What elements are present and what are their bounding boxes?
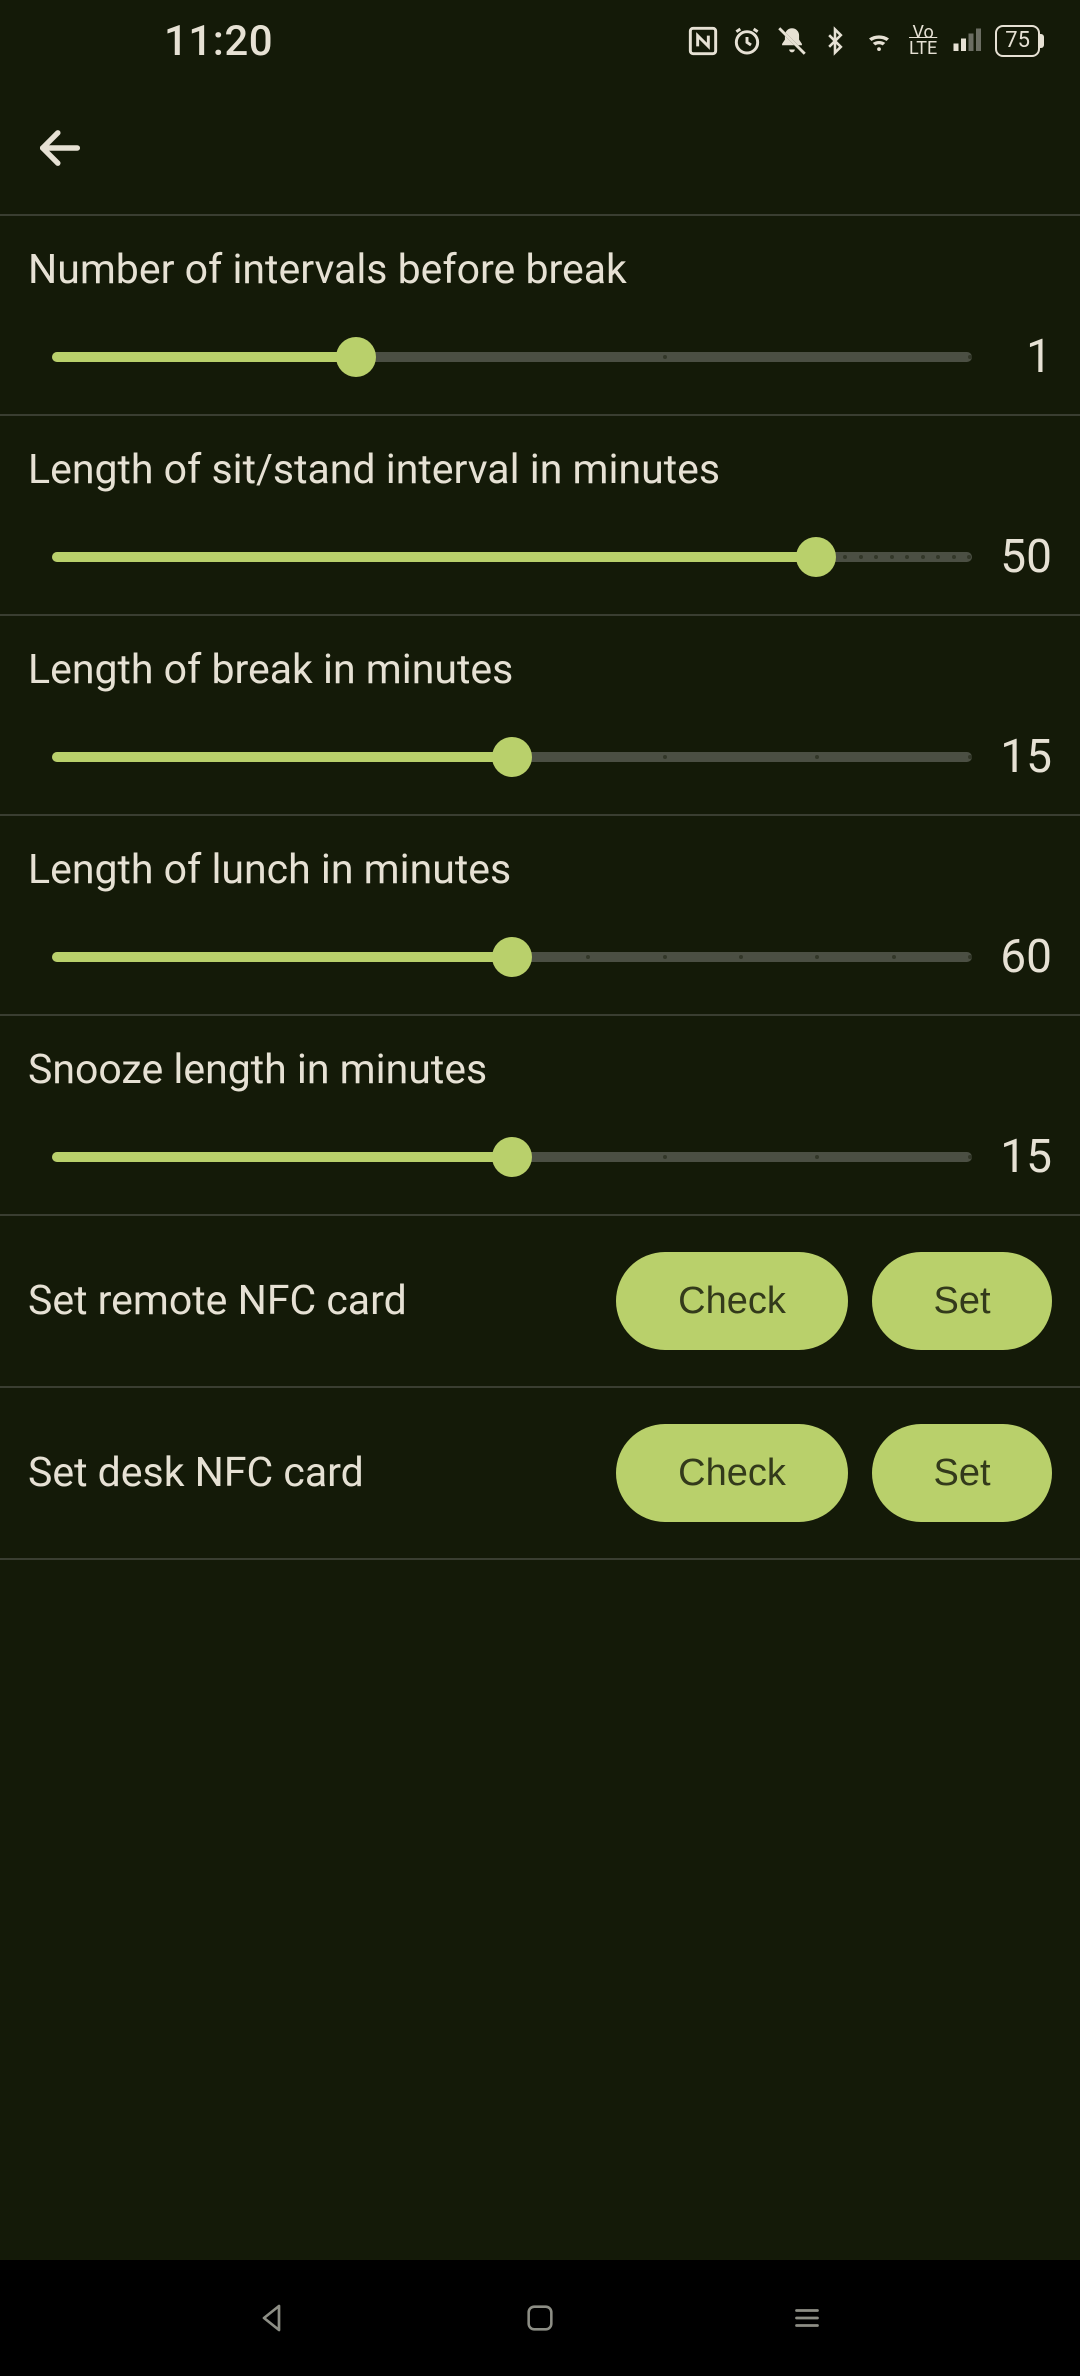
nav-recent-button[interactable] — [777, 2288, 837, 2348]
battery-percent: 75 — [1005, 30, 1030, 52]
slider-value-sit-stand-interval: 50 — [996, 530, 1052, 584]
nfc-remote-row: Set remote NFC card Check Set — [0, 1216, 1080, 1388]
wifi-icon — [861, 26, 897, 56]
setting-label-snooze-length: Snooze length in minutes — [28, 1046, 1052, 1094]
nav-home-icon — [523, 2301, 557, 2335]
slider-value-snooze-length: 15 — [996, 1130, 1052, 1184]
nfc-remote-label: Set remote NFC card — [28, 1277, 592, 1325]
slider-thumb-lunch-length[interactable] — [492, 937, 532, 977]
nfc-remote-set-button[interactable]: Set — [872, 1252, 1052, 1350]
nfc-icon — [687, 25, 719, 57]
slider-break-length[interactable] — [52, 737, 972, 777]
nfc-desk-label: Set desk NFC card — [28, 1449, 592, 1497]
slider-intervals-before-break[interactable] — [52, 337, 972, 377]
setting-sit-stand-interval: Length of sit/stand interval in minutes 5… — [0, 416, 1080, 616]
setting-break-length: Length of break in minutes 15 — [0, 616, 1080, 816]
volte-icon: VoLTE — [909, 25, 937, 57]
signal-icon — [949, 26, 983, 56]
slider-thumb-intervals-before-break[interactable] — [336, 337, 376, 377]
slider-thumb-sit-stand-interval[interactable] — [796, 537, 836, 577]
setting-intervals-before-break: Number of intervals before break 1 — [0, 216, 1080, 416]
nav-back-button[interactable] — [243, 2288, 303, 2348]
setting-label-sit-stand-interval: Length of sit/stand interval in minutes — [28, 446, 1052, 494]
nfc-desk-check-button[interactable]: Check — [616, 1424, 848, 1522]
app-bar — [0, 82, 1080, 214]
back-button[interactable] — [32, 120, 88, 176]
slider-thumb-break-length[interactable] — [492, 737, 532, 777]
nfc-remote-check-button[interactable]: Check — [616, 1252, 848, 1350]
slider-value-intervals-before-break: 1 — [996, 330, 1052, 384]
battery-indicator: 75 — [995, 25, 1040, 57]
setting-label-lunch-length: Length of lunch in minutes — [28, 846, 1052, 894]
nav-back-icon — [255, 2300, 291, 2336]
setting-lunch-length: Length of lunch in minutes 60 — [0, 816, 1080, 1016]
nav-home-button[interactable] — [510, 2288, 570, 2348]
navigation-bar — [0, 2260, 1080, 2376]
nfc-desk-set-button[interactable]: Set — [872, 1424, 1052, 1522]
slider-sit-stand-interval[interactable] — [52, 537, 972, 577]
bluetooth-icon — [821, 24, 849, 58]
clock-time: 11:20 — [164, 17, 273, 66]
slider-lunch-length[interactable] — [52, 937, 972, 977]
slider-value-lunch-length: 60 — [996, 930, 1052, 984]
slider-snooze-length[interactable] — [52, 1137, 972, 1177]
arrow-back-icon — [34, 122, 86, 174]
setting-label-intervals-before-break: Number of intervals before break — [28, 246, 1052, 294]
status-icons: VoLTE 75 — [687, 24, 1040, 58]
nfc-desk-row: Set desk NFC card Check Set — [0, 1388, 1080, 1560]
slider-thumb-snooze-length[interactable] — [492, 1137, 532, 1177]
status-bar: 11:20 VoLTE — [0, 0, 1080, 82]
alarm-icon — [731, 25, 763, 57]
mute-icon — [775, 24, 809, 58]
slider-value-break-length: 15 — [996, 730, 1052, 784]
setting-label-break-length: Length of break in minutes — [28, 646, 1052, 694]
nav-recent-icon — [789, 2300, 825, 2336]
setting-snooze-length: Snooze length in minutes 15 — [0, 1016, 1080, 1216]
